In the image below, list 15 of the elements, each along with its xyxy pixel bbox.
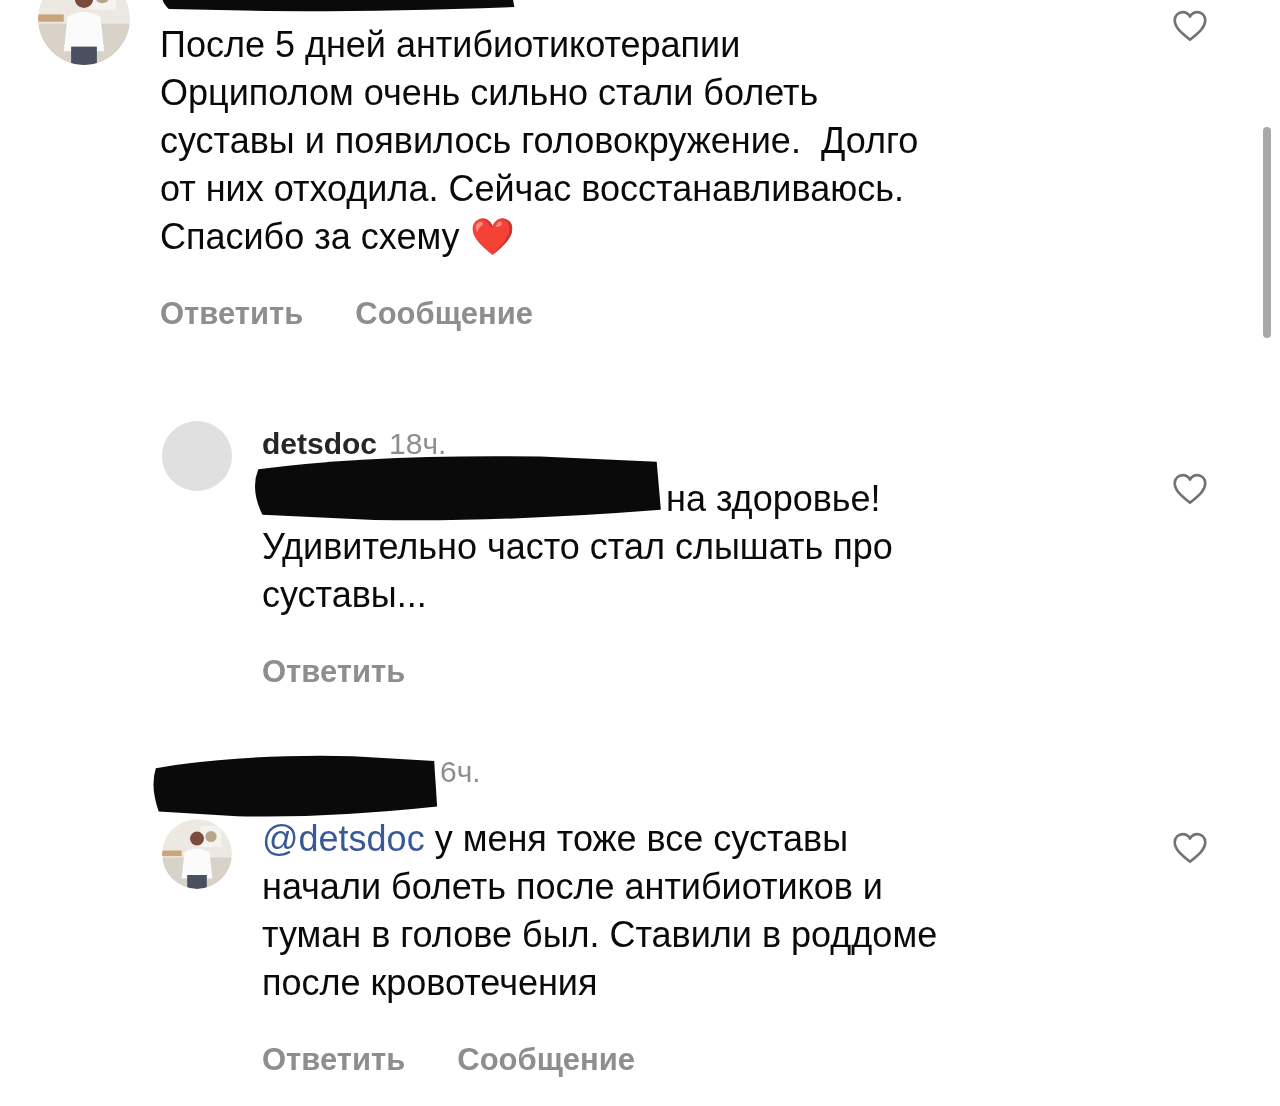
comment-text: После 5 дней антибиотикотерапии Орциполом очень сильно стали болеть суставы и появилось головокружение. Долго от них отходила. Сейчас восстанавливаюсь. Спасибо за схему ❤ (160, 23, 919, 259)
message-button[interactable]: Сообщение (355, 295, 534, 333)
timestamp: 18ч. (389, 426, 447, 462)
heart-icon[interactable] (1172, 832, 1208, 864)
heart-icon[interactable] (1172, 10, 1208, 42)
reply-button[interactable]: Ответить (160, 295, 304, 333)
heart-icon[interactable] (1172, 473, 1208, 505)
timestamp: 6ч. (440, 754, 481, 790)
comment-text: @detsdoc у меня тоже все суставы начали болеть после антибиотиков и туман в голове был. Ставили в роддоме после кровотечения (262, 817, 938, 1005)
comment-text: на здоровье! Удивительно часто стал слышать про суставы... (262, 477, 893, 617)
username[interactable]: detsdoc (262, 421, 378, 466)
reply-button[interactable]: Ответить (262, 653, 406, 691)
scrollbar[interactable] (1263, 127, 1271, 338)
reply-button[interactable]: Ответить (262, 1041, 406, 1079)
message-button[interactable]: Сообщение (457, 1041, 636, 1079)
